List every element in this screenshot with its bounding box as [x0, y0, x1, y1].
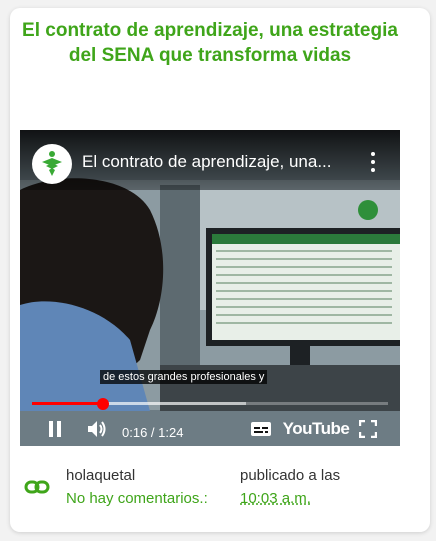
video-time: 0:16 / 1:24 — [122, 425, 184, 440]
pause-icon[interactable] — [42, 416, 68, 442]
post-title: El contrato de aprendizaje, una estrateg… — [22, 20, 398, 66]
youtube-logo[interactable]: YouTube — [283, 416, 350, 442]
video-player[interactable]: El contrato de aprendizaje, una... de es… — [20, 130, 400, 446]
progress-played — [32, 402, 104, 405]
video-controls: 0:16 / 1:24 YouTube — [20, 412, 400, 446]
video-title[interactable]: El contrato de aprendizaje, una... — [82, 151, 352, 173]
video-caption: de estos grandes profesionales y — [100, 370, 268, 384]
volume-icon[interactable] — [84, 416, 110, 442]
post-author[interactable]: holaquetal — [66, 467, 135, 484]
published-label: publicado a las — [240, 467, 341, 484]
more-vert-icon[interactable] — [370, 152, 376, 172]
link-icon[interactable] — [24, 478, 50, 496]
fullscreen-icon[interactable] — [356, 416, 380, 442]
captions-icon[interactable] — [248, 416, 274, 442]
sena-logo-icon[interactable] — [32, 144, 72, 184]
post-timestamp-link[interactable]: 10:03 a.m. — [240, 490, 311, 507]
comments-link[interactable]: No hay comentarios.: — [66, 490, 208, 507]
